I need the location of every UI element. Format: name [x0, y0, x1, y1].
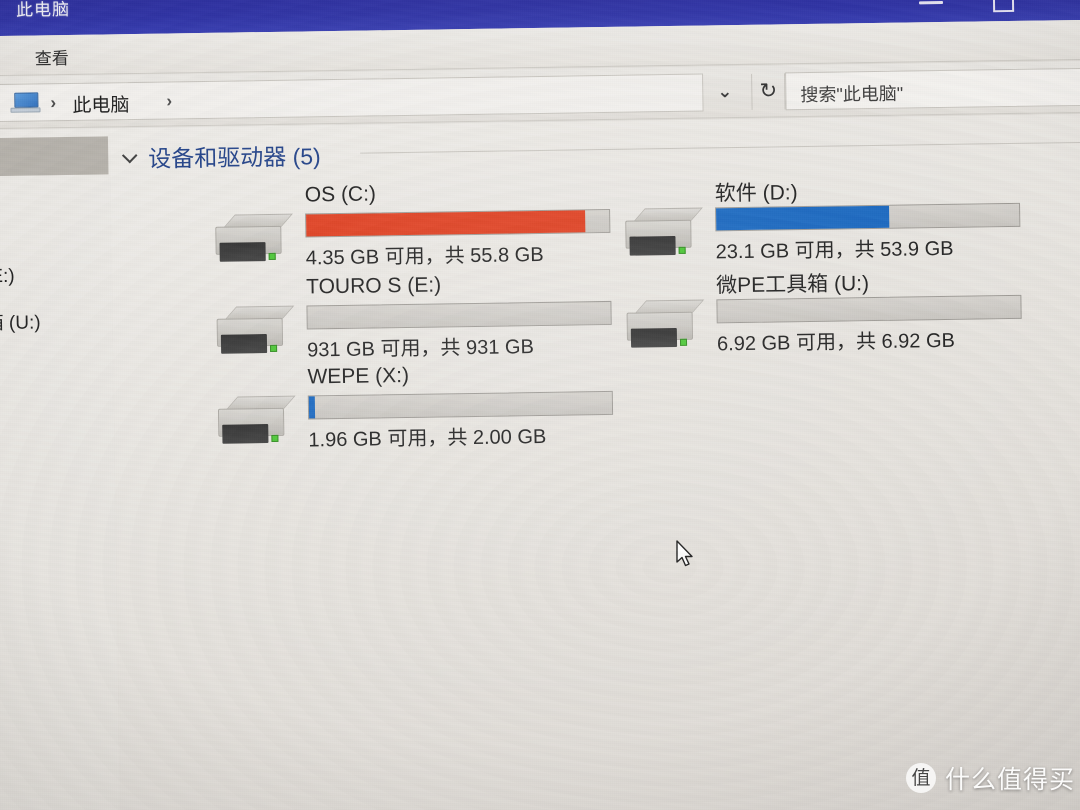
this-pc-icon: [10, 92, 41, 114]
drive-body-shape: [217, 407, 285, 444]
menu-item-view[interactable]: 查看: [35, 44, 69, 70]
watermark-text: 什么值得买: [945, 766, 1076, 794]
drive-tile[interactable]: WEPE (X:) 1.96 GB 可用，共 2.00 GB: [207, 361, 638, 459]
drive-usage-fill: [308, 396, 316, 419]
drive-led-icon: [678, 246, 686, 254]
refresh-icon[interactable]: ↻: [751, 73, 786, 110]
devices-group-title: 设备和驱动器 (5): [148, 143, 321, 172]
minimize-icon: [918, 0, 944, 5]
drive-name: WEPE (X:): [307, 363, 410, 389]
drive-body-shape: [215, 225, 282, 262]
hard-drive-icon: [216, 305, 295, 355]
navigation-pane: )D:)O S (E:)工具箱 (U:)(X:): [0, 128, 121, 810]
drive-body-shape: [216, 317, 284, 354]
drive-usage-bar: [306, 300, 612, 330]
drive-led-icon: [268, 252, 276, 261]
drive-slot-shape: [219, 242, 266, 262]
monitor-base-shape: [10, 107, 41, 113]
drive-usage-bar: [716, 294, 1022, 324]
drive-space-text: 4.35 GB 可用，共 55.8 GB: [305, 243, 544, 270]
sidebar-item-3[interactable]: 工具箱 (U:): [0, 307, 41, 335]
breadcrumb[interactable]: › 此电脑 ›: [0, 73, 704, 123]
drive-led-icon: [271, 434, 279, 442]
search-input[interactable]: 搜索"此电脑": [785, 67, 1080, 111]
photo-frame: 此电脑 机 查看 › 此电脑: [0, 0, 1080, 810]
drive-name: OS (C:): [304, 182, 377, 207]
drive-usage-fill: [716, 205, 890, 231]
drive-name: TOURO S (E:): [305, 273, 442, 299]
monitor-shape: [14, 92, 39, 108]
sidebar-selected-highlight[interactable]: [0, 136, 109, 177]
search-placeholder: 搜索"此电脑": [800, 83, 904, 106]
drive-usage-bar: [305, 208, 611, 238]
sidebar-item-2[interactable]: O S (E:): [0, 266, 15, 289]
chevron-down-icon[interactable]: [124, 150, 138, 164]
window-title: 此电脑: [15, 0, 71, 20]
breadcrumb-separator-icon: ›: [50, 93, 57, 113]
maximize-icon: [992, 0, 1015, 13]
drive-tile[interactable]: 微PE工具箱 (U:) 6.92 GB 可用，共 6.92 GB: [616, 264, 1047, 362]
drive-space-text: 1.96 GB 可用，共 2.00 GB: [308, 425, 547, 452]
drive-tile[interactable]: 软件 (D:) 23.1 GB 可用，共 53.9 GB: [615, 172, 1046, 270]
drive-led-icon: [270, 344, 278, 352]
drive-usage-bar: [307, 390, 614, 420]
maximize-button[interactable]: [980, 0, 1026, 15]
watermark: 值 什么值得买: [906, 760, 1075, 796]
drive-slot-shape: [629, 235, 676, 256]
drive-tile[interactable]: TOURO S (E:) 931 GB 可用，共 931 GB: [206, 271, 637, 369]
drive-space-text: 23.1 GB 可用，共 53.9 GB: [715, 237, 954, 264]
drive-space-text: 931 GB 可用，共 931 GB: [306, 336, 535, 362]
drive-name: 微PE工具箱 (U:): [716, 272, 870, 298]
drive-tile[interactable]: OS (C:) 4.35 GB 可用，共 55.8 GB: [205, 179, 636, 277]
drive-space-text: 6.92 GB 可用，共 6.92 GB: [716, 329, 956, 356]
drive-led-icon: [679, 338, 688, 346]
drive-usage-fill: [306, 210, 586, 237]
breadcrumb-label[interactable]: 此电脑: [72, 90, 129, 118]
drive-slot-shape: [220, 334, 268, 354]
mouse-cursor: [676, 540, 693, 567]
drive-slot-shape: [222, 424, 269, 444]
content-pane: 设备和驱动器 (5) OS (C:) 4.35 GB 可用，共 55.8 GB 软件…: [109, 113, 1080, 810]
drive-name: 软件 (D:): [714, 181, 798, 206]
drive-body-shape: [626, 311, 693, 348]
watermark-logo-icon: 值: [906, 763, 936, 793]
drive-slot-shape: [630, 327, 678, 348]
group-divider: [360, 141, 1080, 154]
hard-drive-icon: [625, 207, 704, 257]
chevron-down-icon[interactable]: ⌄: [717, 81, 732, 102]
hard-drive-icon: [626, 299, 705, 349]
breadcrumb-separator-icon-2[interactable]: ›: [166, 91, 172, 111]
hard-drive-icon: [215, 213, 294, 263]
drive-usage-bar: [715, 202, 1021, 232]
minimize-button[interactable]: [908, 0, 954, 16]
explorer-window: 此电脑 机 查看 › 此电脑: [0, 0, 1080, 810]
hard-drive-icon: [217, 395, 297, 445]
drive-body-shape: [625, 219, 692, 256]
